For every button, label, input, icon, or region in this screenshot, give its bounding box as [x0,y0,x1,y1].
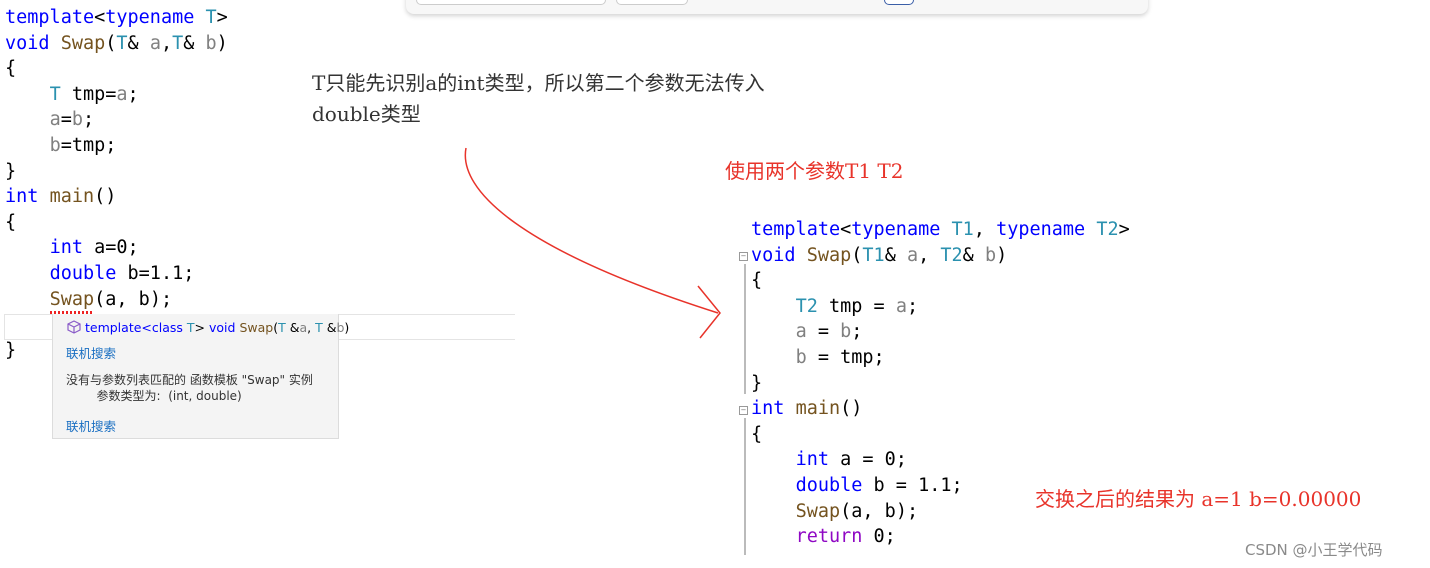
code-line: { [751,422,1130,448]
code-token: & [884,244,907,266]
code-token: = [806,321,841,343]
code-token: (a, b); [840,500,919,522]
code-token: ( [851,244,863,266]
code-line: } [751,371,1130,397]
code-token: void [751,244,796,266]
fold-collapse-icon[interactable]: − [739,406,748,415]
code-line: b = tmp; [751,345,1130,371]
fold-collapse-icon[interactable]: − [739,252,748,261]
code-token: , [918,244,941,266]
code-token: int [795,449,829,471]
code-token: { [751,423,763,445]
code-token: < [840,219,852,240]
code-token: 0; [862,526,896,548]
code-token: a [895,295,907,317]
code-token: { [751,270,763,292]
code-line: void Swap(T1& a, T2& b) [751,243,1130,269]
code-token: ) [996,244,1008,266]
code-token: T1 [951,219,974,240]
code-line: a = b; [751,319,1130,345]
code-token: T2 [795,295,818,317]
code-fold-guide [744,418,746,555]
arrow-curve [464,147,719,314]
annotation-arrow [464,147,721,339]
code-line: T2 tmp = a; [751,294,1130,320]
code-token: ; [906,295,919,317]
code-token: b = 1.1; [862,474,963,496]
code-token: } [751,372,763,394]
code-token: a [906,244,919,266]
code-line: int main() [751,396,1130,422]
code-token: b [840,321,852,343]
watermark: CSDN @小王学代码 [1245,541,1383,559]
code-token: double [795,474,863,496]
code-token: Swap [806,244,852,266]
code-token: & [962,244,985,266]
code-token: T2 [940,244,963,266]
code-line: { [751,268,1130,294]
code-token: T2 [1096,219,1119,240]
code-token: typename [851,219,941,240]
code-token: Swap [795,500,841,522]
code-token: T1 [862,244,885,266]
code-token: () [840,398,863,420]
code-line: Swap(a, b); [751,499,1130,525]
code-token: b [795,346,807,368]
code-token: = tmp; [806,346,885,368]
code-line: double b = 1.1; [751,473,1130,499]
code-token: b [984,244,997,266]
code-token: typename [996,219,1086,240]
code-token: main [795,398,841,420]
code-line: template<typename T1, typename T2> [751,217,1130,243]
code-token: return [795,526,863,548]
code-token: ; [851,321,863,343]
code-token: tmp = [817,295,896,317]
code-token: , [973,219,997,240]
code-editor-right[interactable]: template<typename T1, typename T2> void S… [751,217,1130,550]
code-token: a = 0; [828,449,907,471]
code-token: template [751,219,841,240]
code-token: a [795,321,807,343]
code-line: int a = 0; [751,447,1130,473]
code-token: int [751,398,785,420]
code-line: return 0; [751,524,1130,550]
code-fold-guide [744,264,746,394]
code-token: > [1118,219,1130,240]
